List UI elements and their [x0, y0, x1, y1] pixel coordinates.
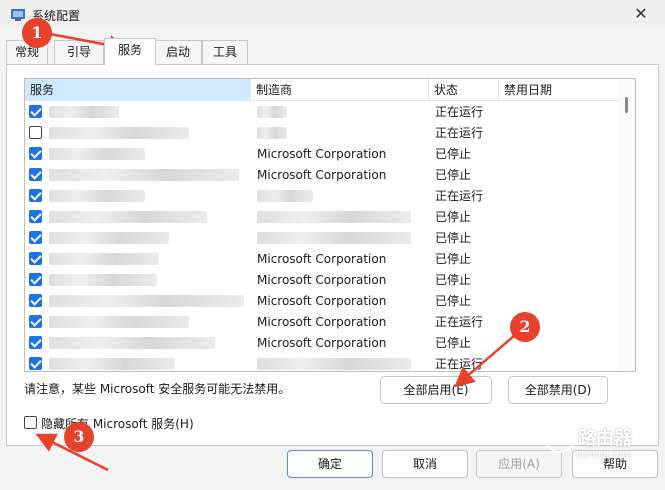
manufacturer-redacted	[257, 190, 313, 202]
service-checkbox[interactable]	[29, 273, 42, 286]
manufacturer-cell: Microsoft Corporation	[257, 147, 387, 161]
disable-all-button[interactable]: 全部禁用(D)	[508, 376, 608, 404]
table-row[interactable]: Microsoft Corporation 已停止	[25, 165, 619, 186]
manufacturer-cell: Microsoft Corporation	[257, 315, 387, 329]
table-row[interactable]: 正在运行	[25, 354, 619, 371]
router-logo-icon	[544, 422, 576, 454]
table-row[interactable]: Microsoft Corporation 已停止	[25, 144, 619, 165]
service-name-redacted	[49, 337, 215, 349]
status-cell: 已停止	[435, 273, 472, 287]
security-notice: 请注意，某些 Microsoft 安全服务可能无法禁用。	[24, 382, 291, 396]
table-row[interactable]: 正在运行	[25, 186, 619, 207]
service-checkbox[interactable]	[29, 336, 42, 349]
manufacturer-cell: Microsoft Corporation	[257, 336, 387, 350]
annotation-badge-2: 2	[510, 312, 540, 342]
services-list[interactable]: 服务 制造商 状态 禁用日期 正在运行 正在运行 Microsoft Corpora…	[24, 78, 636, 372]
status-cell: 已停止	[435, 336, 472, 350]
status-cell: 正在运行	[435, 105, 484, 119]
column-header-status[interactable]: 状态	[429, 79, 499, 101]
annotation-badge-3: 3	[64, 422, 94, 452]
service-checkbox[interactable]	[29, 315, 42, 328]
status-cell: 正在运行	[435, 189, 484, 203]
service-checkbox[interactable]	[29, 357, 42, 370]
table-row[interactable]: 正在运行	[25, 123, 619, 144]
tab-boot[interactable]: 引导	[54, 40, 104, 64]
service-checkbox[interactable]	[29, 168, 42, 181]
status-cell: 已停止	[435, 210, 472, 224]
manufacturer-redacted	[257, 358, 411, 370]
status-cell: 已停止	[435, 168, 472, 182]
service-name-redacted	[49, 274, 157, 286]
service-name-redacted	[49, 358, 175, 370]
tab-tools[interactable]: 工具	[202, 40, 248, 64]
title-bar: 系统配置 ✕	[0, 0, 665, 30]
table-row[interactable]: 已停止	[25, 207, 619, 228]
manufacturer-cell: Microsoft Corporation	[257, 252, 387, 266]
hide-microsoft-services-checkbox[interactable]	[24, 416, 37, 429]
service-name-redacted	[49, 316, 189, 328]
manufacturer-cell: Microsoft Corporation	[257, 273, 387, 287]
service-checkbox[interactable]	[29, 126, 42, 139]
list-header: 服务 制造商 状态 禁用日期	[25, 79, 619, 101]
service-name-redacted	[49, 148, 145, 160]
status-cell: 正在运行	[435, 126, 484, 140]
service-name-redacted	[49, 190, 145, 202]
status-cell: 已停止	[435, 252, 472, 266]
table-row[interactable]: 已停止	[25, 228, 619, 249]
manufacturer-redacted	[257, 232, 411, 244]
status-cell: 已停止	[435, 294, 472, 308]
service-checkbox[interactable]	[29, 294, 42, 307]
service-checkbox[interactable]	[29, 147, 42, 160]
tab-services[interactable]: 服务	[104, 38, 156, 65]
status-cell: 已停止	[435, 231, 472, 245]
column-header-disabled-date[interactable]: 禁用日期	[499, 79, 619, 101]
watermark: 路由器 luyouqi.com	[540, 414, 660, 470]
manufacturer-cell: Microsoft Corporation	[257, 294, 387, 308]
watermark-name: 路由器	[578, 428, 632, 449]
column-header-service[interactable]: 服务	[25, 79, 251, 101]
manufacturer-redacted	[257, 127, 287, 139]
service-name-redacted	[49, 127, 189, 139]
table-row[interactable]: Microsoft Corporation 已停止	[25, 291, 619, 312]
service-name-redacted	[49, 295, 244, 307]
system-config-icon	[11, 9, 25, 21]
close-icon[interactable]: ✕	[631, 4, 651, 24]
table-row[interactable]: 正在运行	[25, 102, 619, 123]
column-header-manufacturer[interactable]: 制造商	[251, 79, 429, 101]
service-checkbox[interactable]	[29, 105, 42, 118]
service-name-redacted	[49, 253, 159, 265]
status-cell: 正在运行	[435, 357, 484, 371]
hide-microsoft-services-label: 隐藏所有 Microsoft 服务(H)	[41, 417, 194, 431]
annotation-badge-1: 1	[22, 18, 52, 48]
service-name-redacted	[49, 232, 169, 244]
service-name-redacted	[49, 211, 207, 223]
service-checkbox[interactable]	[29, 210, 42, 223]
tab-startup[interactable]: 启动	[154, 40, 202, 64]
status-cell: 已停止	[435, 147, 472, 161]
cancel-button[interactable]: 取消	[382, 450, 468, 478]
service-checkbox[interactable]	[29, 189, 42, 202]
manufacturer-redacted	[257, 211, 411, 223]
scrollbar-thumb[interactable]	[625, 97, 628, 113]
manufacturer-redacted	[257, 106, 287, 118]
manufacturer-cell: Microsoft Corporation	[257, 168, 387, 182]
table-row[interactable]: Microsoft Corporation 已停止	[25, 270, 619, 291]
watermark-url: luyouqi.com	[576, 450, 632, 460]
table-row[interactable]: Microsoft Corporation 已停止	[25, 249, 619, 270]
vertical-scrollbar[interactable]	[619, 79, 635, 371]
service-checkbox[interactable]	[29, 231, 42, 244]
ok-button[interactable]: 确定	[287, 450, 373, 478]
status-cell: 正在运行	[435, 315, 484, 329]
enable-all-button[interactable]: 全部启用(E)	[380, 376, 492, 404]
service-name-redacted	[49, 169, 239, 181]
service-checkbox[interactable]	[29, 252, 42, 265]
service-name-redacted	[49, 106, 119, 118]
